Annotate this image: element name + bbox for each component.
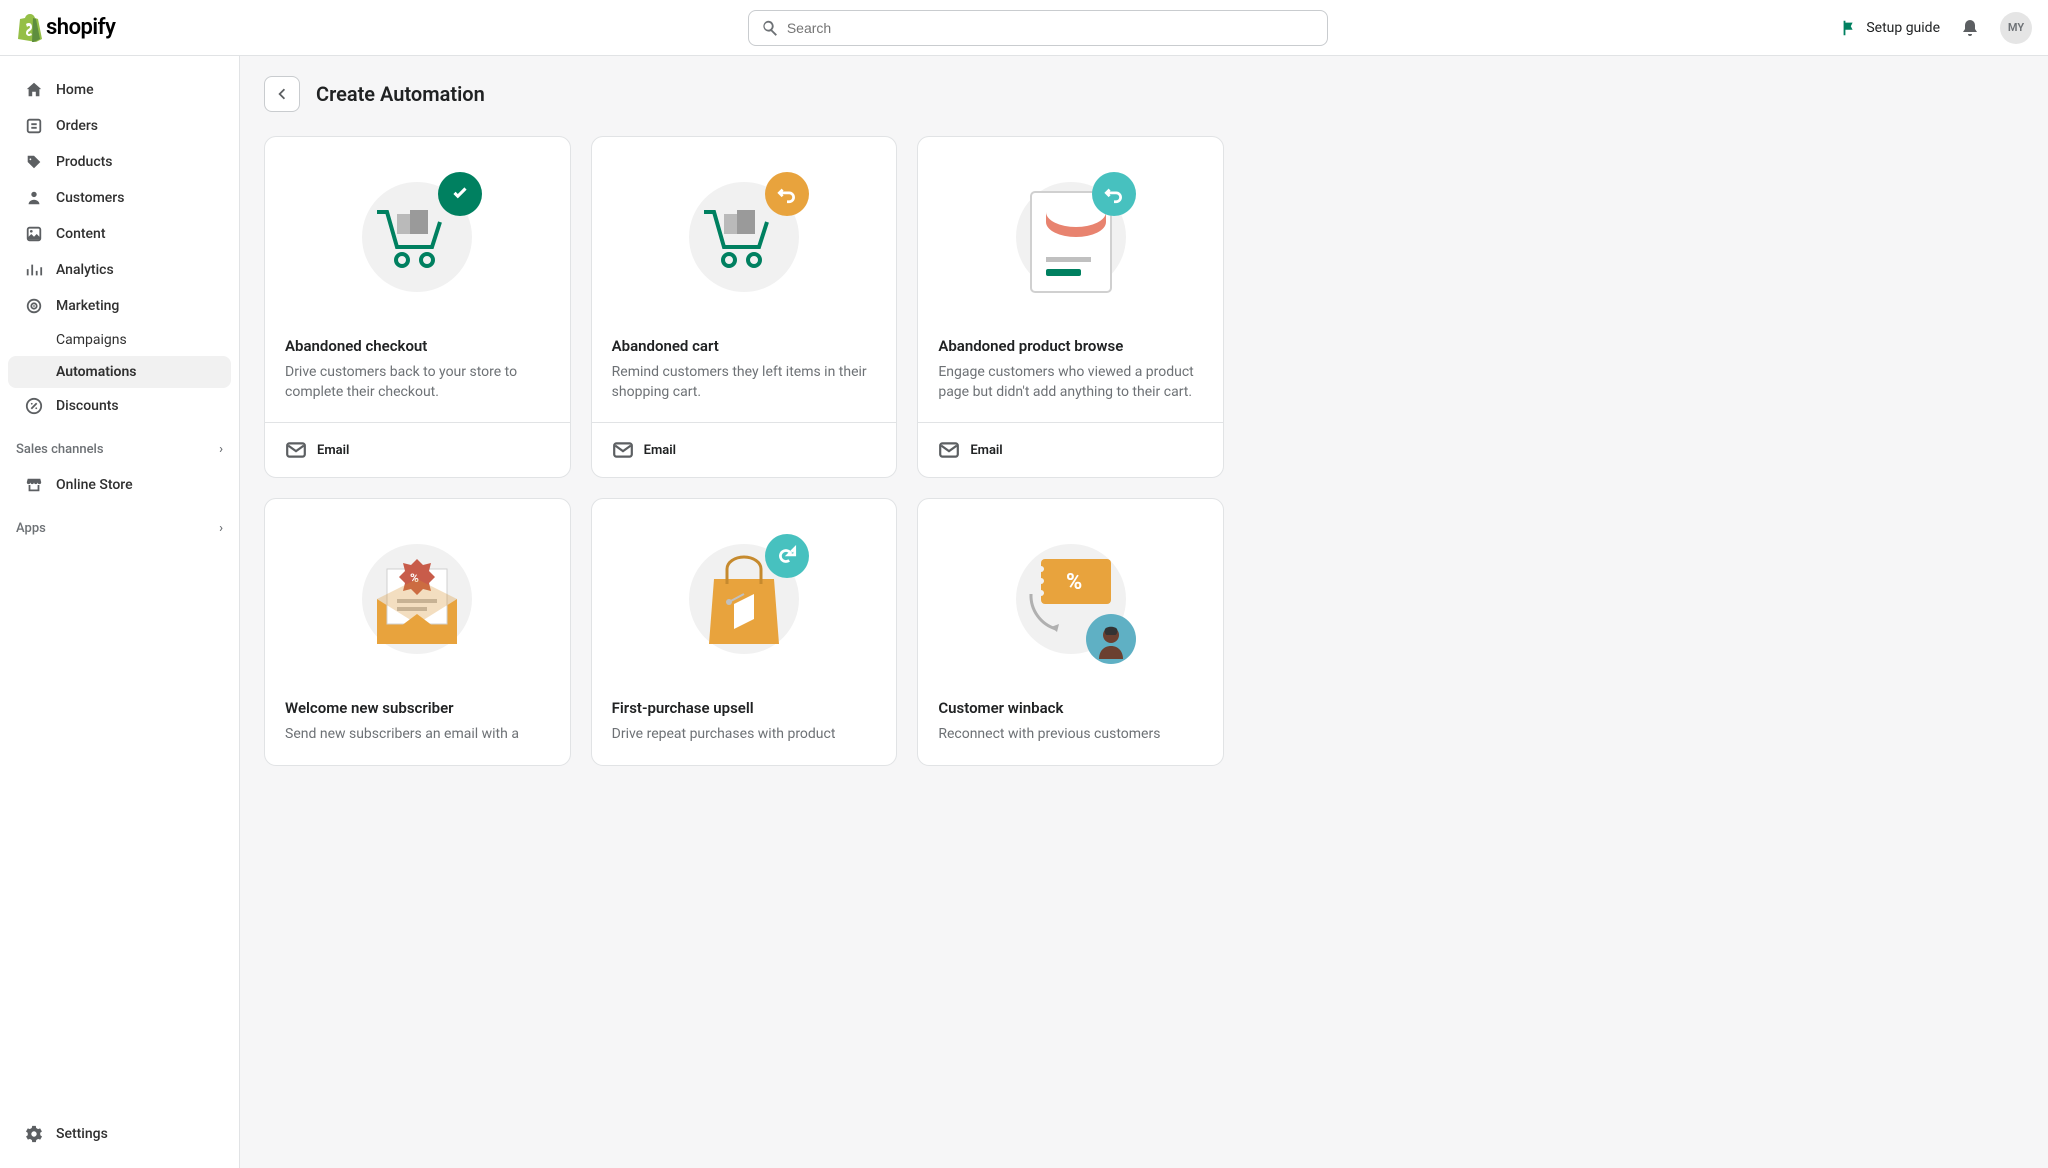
discounts-icon — [24, 396, 44, 416]
card-title: First-purchase upsell — [612, 699, 877, 717]
marketing-icon — [24, 296, 44, 316]
email-icon — [938, 439, 960, 461]
cart-icon — [699, 202, 779, 272]
automation-card-abandoned-checkout[interactable]: Abandoned checkout Drive customers back … — [264, 136, 571, 478]
automation-card-welcome-subscriber[interactable]: % Welcome new subscriber Send new subscr… — [264, 498, 571, 766]
automation-cards-grid: Abandoned checkout Drive customers back … — [264, 136, 1224, 766]
card-desc: Drive repeat purchases with product — [612, 725, 877, 745]
nav-campaigns[interactable]: Campaigns — [8, 324, 231, 356]
card-footer: Email — [265, 422, 570, 477]
search-input[interactable] — [787, 20, 1315, 36]
card-title: Abandoned product browse — [938, 337, 1203, 355]
nav-orders[interactable]: Orders — [8, 108, 231, 144]
page-title: Create Automation — [316, 82, 485, 106]
undo-badge-icon — [1092, 172, 1136, 216]
card-desc: Reconnect with previous customers — [938, 725, 1203, 745]
shopify-bag-icon — [16, 13, 42, 43]
automation-card-customer-winback[interactable]: % — [917, 498, 1224, 766]
email-icon — [285, 439, 307, 461]
nav-discounts[interactable]: Discounts — [8, 388, 231, 424]
notifications-icon[interactable] — [1960, 18, 1980, 38]
store-icon — [24, 475, 44, 495]
refresh-badge-icon — [765, 534, 809, 578]
customer-avatar-icon — [1086, 614, 1136, 664]
svg-text:%: % — [1066, 570, 1082, 595]
card-illustration — [265, 137, 570, 337]
card-desc: Send new subscribers an email with a — [285, 725, 550, 745]
sidebar: Home Orders Products Customers Content A… — [0, 56, 240, 1168]
back-button[interactable] — [264, 76, 300, 112]
gear-icon — [24, 1124, 44, 1144]
card-badge: Email — [644, 443, 676, 458]
nav-products[interactable]: Products — [8, 144, 231, 180]
search-icon — [761, 19, 779, 37]
card-title: Welcome new subscriber — [285, 699, 550, 717]
setup-guide-link[interactable]: Setup guide — [1840, 19, 1940, 37]
card-desc: Drive customers back to your store to co… — [285, 363, 550, 402]
orders-icon — [24, 116, 44, 136]
card-badge: Email — [317, 443, 349, 458]
envelope-discount-icon: % — [362, 554, 472, 654]
user-avatar[interactable]: MY — [2000, 12, 2032, 44]
nav-analytics[interactable]: Analytics — [8, 252, 231, 288]
chevron-right-icon: › — [219, 442, 223, 457]
card-illustration — [918, 137, 1223, 337]
card-footer: Email — [918, 422, 1223, 477]
products-icon — [24, 152, 44, 172]
shopify-logo[interactable]: shopify — [16, 13, 115, 43]
page-header: Create Automation — [264, 76, 2024, 112]
card-illustration — [592, 137, 897, 337]
checkmark-badge-icon — [438, 172, 482, 216]
chevron-right-icon: › — [219, 521, 223, 536]
customers-icon — [24, 188, 44, 208]
card-title: Customer winback — [938, 699, 1203, 717]
nav-online-store[interactable]: Online Store — [8, 467, 231, 503]
card-desc: Engage customers who viewed a product pa… — [938, 363, 1203, 402]
card-illustration — [592, 499, 897, 699]
nav-apps[interactable]: Apps › — [0, 511, 239, 546]
automation-card-abandoned-cart[interactable]: Abandoned cart Remind customers they lef… — [591, 136, 898, 478]
nav-automations[interactable]: Automations — [8, 356, 231, 388]
nav-content[interactable]: Content — [8, 216, 231, 252]
home-icon — [24, 80, 44, 100]
topbar: shopify Setup guide MY — [0, 0, 2048, 56]
email-icon — [612, 439, 634, 461]
cart-checkout-icon — [372, 202, 452, 272]
content-icon — [24, 224, 44, 244]
card-illustration: % — [265, 499, 570, 699]
flag-icon — [1840, 19, 1858, 37]
shopify-wordmark: shopify — [46, 15, 115, 40]
nav-settings[interactable]: Settings — [8, 1116, 231, 1152]
card-title: Abandoned cart — [612, 337, 877, 355]
nav-home[interactable]: Home — [8, 72, 231, 108]
undo-badge-icon — [765, 172, 809, 216]
card-desc: Remind customers they left items in thei… — [612, 363, 877, 402]
card-badge: Email — [970, 443, 1002, 458]
automation-card-first-purchase-upsell[interactable]: First-purchase upsell Drive repeat purch… — [591, 498, 898, 766]
nav-customers[interactable]: Customers — [8, 180, 231, 216]
card-title: Abandoned checkout — [285, 337, 550, 355]
card-footer: Email — [592, 422, 897, 477]
automation-card-abandoned-browse[interactable]: Abandoned product browse Engage customer… — [917, 136, 1224, 478]
main-content: Create Automation — [240, 56, 2048, 786]
nav-marketing[interactable]: Marketing — [8, 288, 231, 324]
analytics-icon — [24, 260, 44, 280]
search-box[interactable] — [748, 10, 1328, 46]
card-illustration: % — [918, 499, 1223, 699]
nav-sales-channels[interactable]: Sales channels › — [0, 432, 239, 467]
arrow-left-icon — [273, 85, 291, 103]
